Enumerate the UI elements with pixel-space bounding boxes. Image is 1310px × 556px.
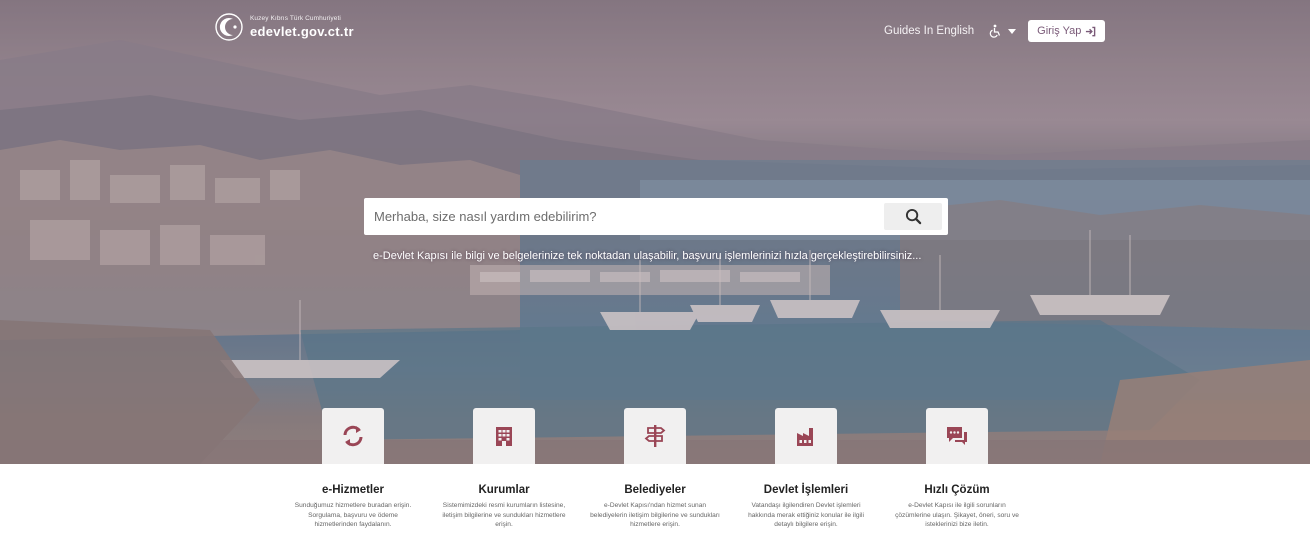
login-button[interactable]: Giriş Yap [1028,20,1106,42]
quick-solution-title[interactable]: Hızlı Çözüm [877,484,1037,496]
municipalities-tile[interactable] [624,408,686,464]
crescent-logo-icon [215,13,243,41]
e-services-desc: Sunduğumuz hizmetlere buradan erişin. So… [294,502,412,529]
factory-icon [797,428,813,446]
signpost-icon [644,425,666,447]
institutions-title[interactable]: Kurumlar [424,484,584,496]
search-bar [364,198,948,235]
quick-solution-desc: e-Devlet Kapısı ile ilgili sorunların çö… [895,502,1019,529]
refresh-icon [343,425,363,447]
site-logo[interactable]: Kuzey Kıbrıs Türk Cumhuriyeti edevlet.go… [214,12,354,42]
sign-in-icon [1086,26,1096,36]
search-button[interactable] [884,203,942,230]
municipalities-title[interactable]: Belediyeler [575,484,735,496]
guides-english-link[interactable]: Guides In English [884,25,974,37]
e-services-tile[interactable] [322,408,384,464]
institutions-desc: Sistemimizdeki resmi kurumların listesin… [442,502,566,529]
hero-tagline: e-Devlet Kapısı ile bilgi ve belgelerini… [373,250,922,262]
search-input[interactable] [364,198,884,235]
state-affairs-desc: Vatandaşı ilgilendiren Devlet işlemleri … [748,502,864,529]
e-services-title[interactable]: e-Hizmetler [273,484,433,496]
login-button-label: Giriş Yap [1037,25,1082,37]
chat-icon [947,427,967,445]
chevron-down-icon [1008,28,1017,34]
search-icon [905,208,921,225]
building-icon [496,427,512,446]
institutions-tile[interactable] [473,408,535,464]
logo-country-text: Kuzey Kıbrıs Türk Cumhuriyeti [250,15,341,22]
logo-domain-text: edevlet.gov.ct.tr [250,24,354,39]
header-actions: Guides In English Giriş Yap [884,20,1106,42]
quick-solution-tile[interactable] [926,408,988,464]
accessibility-menu[interactable] [988,24,1017,38]
state-affairs-title[interactable]: Devlet İşlemleri [726,484,886,496]
state-affairs-tile[interactable] [775,408,837,464]
wheelchair-icon [989,24,1001,38]
municipalities-desc: e-Devlet Kapısı'ndan hizmet sunan beledi… [590,502,720,529]
